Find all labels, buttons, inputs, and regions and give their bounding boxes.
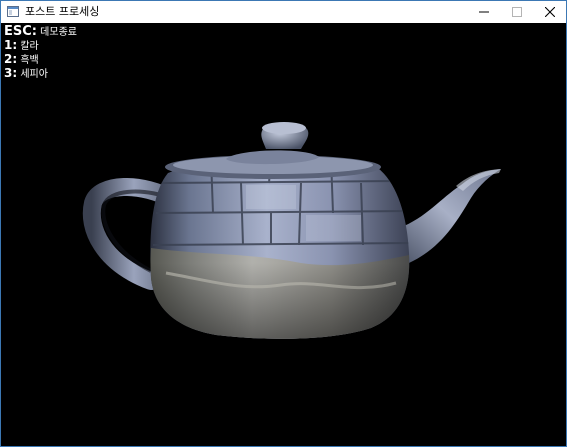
teapot-scene xyxy=(82,122,501,339)
help-key: 1: xyxy=(4,38,18,52)
close-icon xyxy=(545,7,555,17)
maximize-icon xyxy=(512,7,522,17)
title-bar[interactable]: 포스트 프로세싱 xyxy=(1,1,566,23)
help-label: 세피아 xyxy=(20,69,48,80)
minimize-icon xyxy=(479,11,489,13)
app-window: 포스트 프로세싱 ESC: 데모종료 1: 칼라 2: 흑백 3: 세피아 xyxy=(0,0,567,447)
window-title: 포스트 프로세싱 xyxy=(25,5,100,18)
help-key: 2: xyxy=(4,52,18,66)
help-label: 데모종료 xyxy=(40,27,77,38)
help-label: 흑백 xyxy=(20,55,39,66)
help-row-1: 1: 칼라 xyxy=(4,39,77,53)
app-window-icon xyxy=(7,6,19,17)
help-label: 칼라 xyxy=(20,41,39,52)
render-viewport[interactable]: ESC: 데모종료 1: 칼라 2: 흑백 3: 세피아 xyxy=(1,23,566,446)
minimize-button[interactable] xyxy=(468,1,500,23)
close-button[interactable] xyxy=(534,1,566,23)
key-help-overlay: ESC: 데모종료 1: 칼라 2: 흑백 3: 세피아 xyxy=(4,25,77,81)
help-key: 3: xyxy=(4,66,18,80)
help-key: ESC: xyxy=(4,24,37,39)
help-row-3: 3: 세피아 xyxy=(4,67,77,81)
maximize-button[interactable] xyxy=(501,1,533,23)
help-row-esc: ESC: 데모종료 xyxy=(4,25,77,39)
help-row-2: 2: 흑백 xyxy=(4,53,77,67)
